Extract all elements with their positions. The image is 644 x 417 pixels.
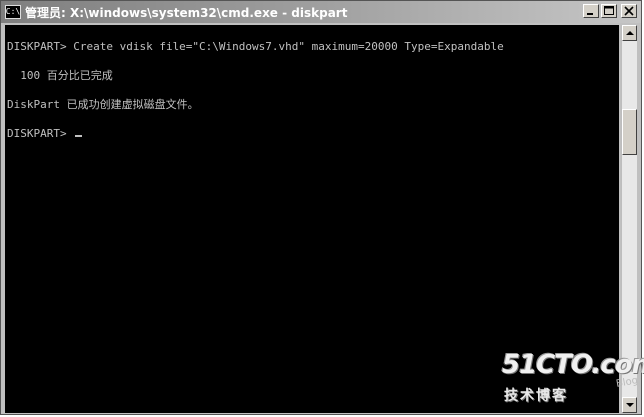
text-cursor bbox=[75, 135, 83, 137]
minimize-button[interactable] bbox=[583, 4, 599, 18]
prompt-text: DISKPART> bbox=[7, 127, 74, 140]
watermark-subtitle: 技术博客 bbox=[504, 388, 568, 404]
arrow-up-icon bbox=[626, 31, 634, 35]
scrollbar-thumb[interactable] bbox=[622, 109, 637, 155]
console-prompt: DISKPART> bbox=[7, 126, 619, 142]
maximize-button[interactable] bbox=[601, 4, 617, 18]
close-button[interactable] bbox=[621, 4, 637, 18]
title-bar[interactable]: C:\ 管理员: X:\windows\system32\cmd.exe - d… bbox=[1, 1, 641, 23]
console-line-progress: 100 百分比已完成 bbox=[7, 69, 113, 82]
watermark: 51CTO.com 技术博客 Blog bbox=[502, 351, 644, 409]
cmd-icon[interactable]: C:\ bbox=[5, 5, 21, 19]
console-line-command: DISKPART> Create vdisk file="C:\Windows7… bbox=[7, 40, 504, 53]
watermark-logo: 51CTO.com bbox=[502, 350, 644, 380]
window-title: 管理员: X:\windows\system32\cmd.exe - diskp… bbox=[25, 5, 348, 20]
close-icon bbox=[624, 6, 634, 16]
window-controls bbox=[583, 4, 637, 18]
maximize-icon bbox=[604, 6, 614, 15]
watermark-blog: Blog bbox=[615, 375, 639, 390]
console-line-result: DiskPart 已成功创建虚拟磁盘文件。 bbox=[7, 98, 199, 111]
scroll-up-button[interactable] bbox=[622, 25, 637, 41]
minimize-icon bbox=[587, 13, 593, 15]
